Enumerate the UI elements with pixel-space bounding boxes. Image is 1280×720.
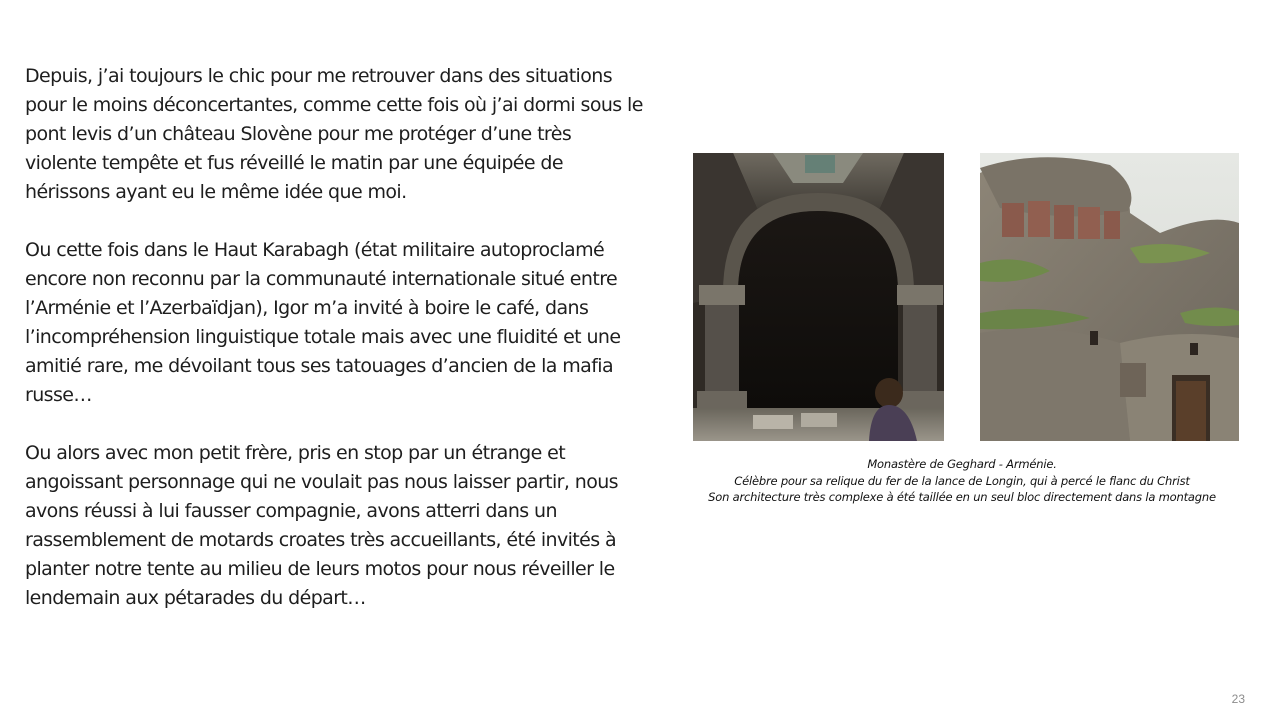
body-text: Depuis, j’ai toujours le chic pour me re… bbox=[25, 62, 645, 642]
paragraph-hedgehogs: Depuis, j’ai toujours le chic pour me re… bbox=[25, 65, 643, 203]
page-number: 23 bbox=[1231, 692, 1245, 706]
paragraph-hitchhiking: Ou alors avec mon petit frère, pris en s… bbox=[25, 442, 619, 609]
caption-line-relic: Célèbre pour sa relique du fer de la lan… bbox=[734, 473, 1190, 488]
caption-line-architecture: Son architecture très complexe à été tai… bbox=[708, 490, 1216, 504]
caption-title: Monastère de Geghard - Arménie. bbox=[867, 457, 1057, 471]
monastery-rock-photo bbox=[980, 153, 1239, 441]
photo-caption: Monastère de Geghard - Arménie. Célèbre … bbox=[660, 456, 1264, 506]
paragraph-karabagh: Ou cette fois dans le Haut Karabagh (éta… bbox=[25, 239, 621, 406]
monastery-interior-photo bbox=[693, 153, 944, 441]
slide: Depuis, j’ai toujours le chic pour me re… bbox=[0, 0, 1280, 720]
